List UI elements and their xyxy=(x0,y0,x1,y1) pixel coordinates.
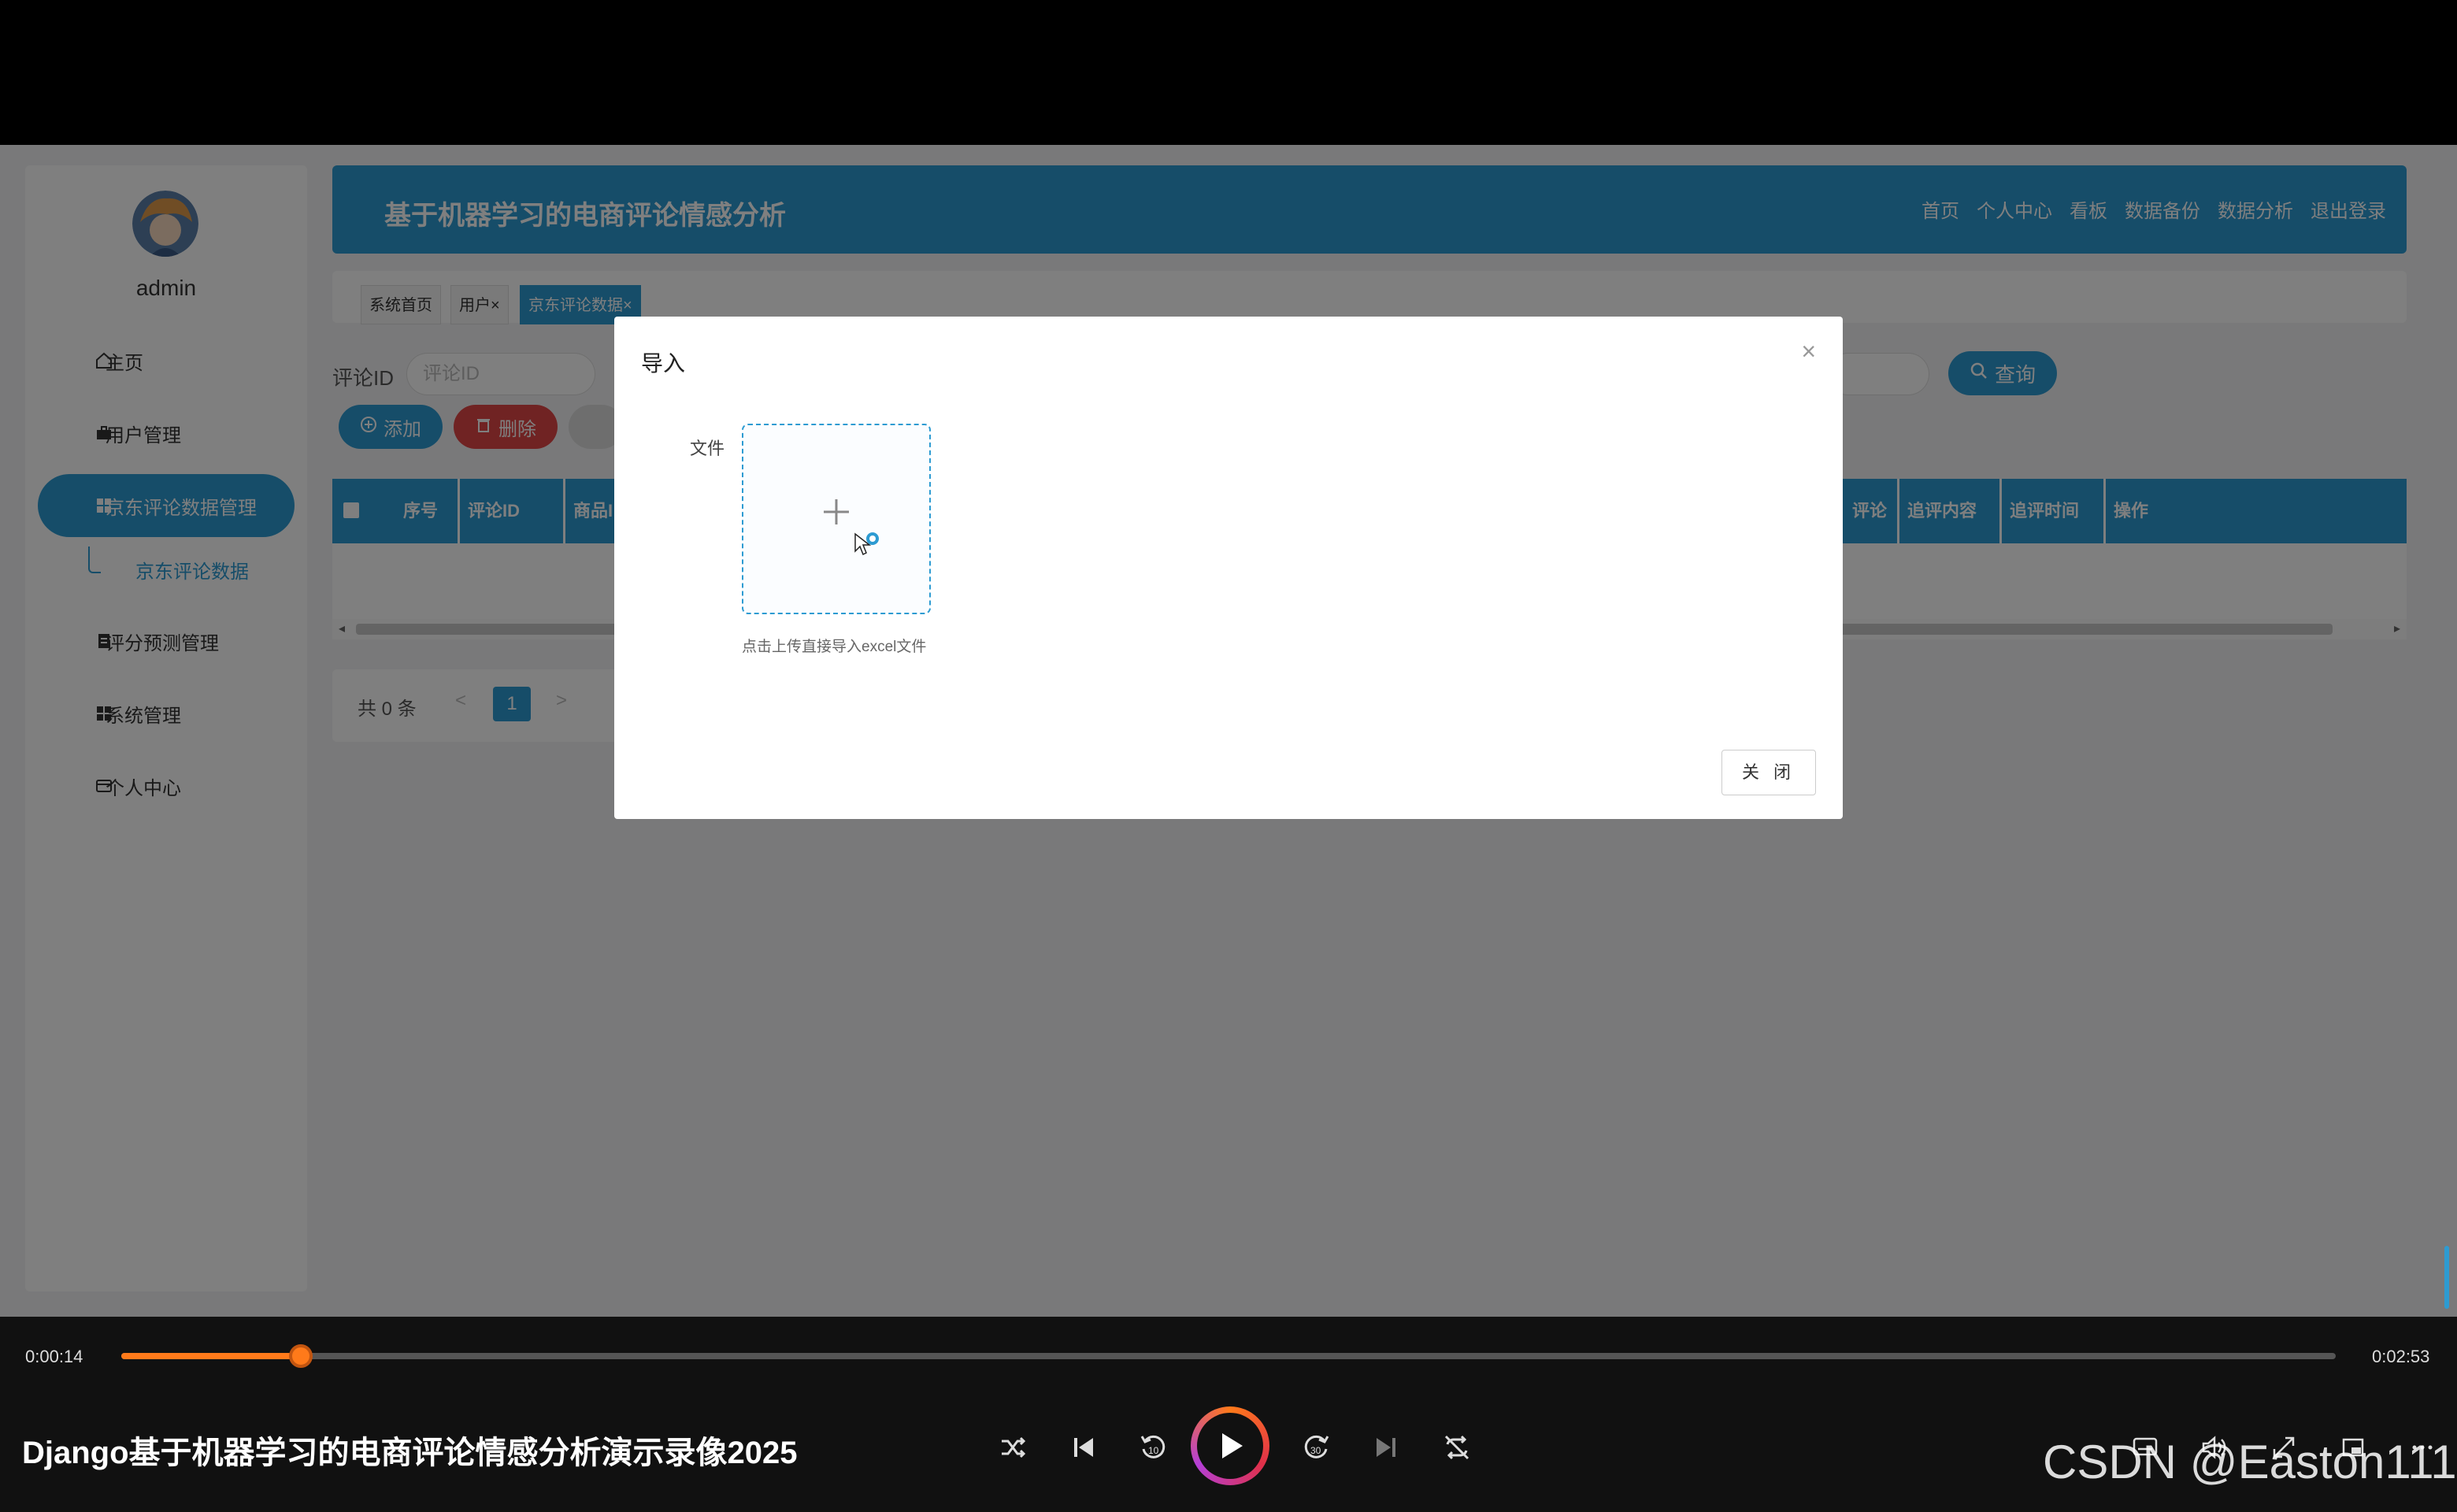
previous-track-icon[interactable] xyxy=(1065,1429,1102,1466)
dialog-title: 导入 xyxy=(641,351,686,376)
volume-level-indicator[interactable] xyxy=(2444,1246,2449,1309)
shuffle-icon[interactable] xyxy=(994,1429,1032,1466)
video-player-controls: 0:00:14 0:02:53 Django基于机器学习的电商评论情感分析演示录… xyxy=(0,1317,2457,1512)
current-time: 0:00:14 xyxy=(25,1347,83,1366)
play-button[interactable] xyxy=(1191,1406,1269,1485)
upload-tip: 点击上传直接导入excel文件 xyxy=(742,639,927,655)
close-button[interactable]: 关 闭 xyxy=(1721,750,1816,795)
progress-fill xyxy=(121,1353,301,1359)
progress-handle[interactable] xyxy=(288,1344,313,1368)
next-track-icon[interactable] xyxy=(1367,1429,1405,1466)
rewind-10-icon[interactable]: 10 xyxy=(1134,1429,1172,1466)
svg-text:30: 30 xyxy=(1310,1445,1321,1456)
cursor-icon xyxy=(854,532,879,556)
total-time: 0:02:53 xyxy=(2372,1347,2430,1366)
watermark: CSDN @Easton111 xyxy=(2043,1436,2457,1488)
file-field-label: 文件 xyxy=(690,439,725,458)
forward-30-icon[interactable]: 30 xyxy=(1298,1429,1336,1466)
play-icon xyxy=(1197,1413,1263,1479)
import-dialog: 导入 × 文件 点击上传直接导入excel文件 关 闭 xyxy=(614,317,1843,819)
close-icon[interactable]: × xyxy=(1801,337,1816,366)
plus-icon xyxy=(824,499,849,524)
progress-bar[interactable] xyxy=(121,1344,2336,1368)
file-upload-area[interactable] xyxy=(742,424,931,614)
repeat-off-icon[interactable] xyxy=(1438,1429,1476,1466)
video-title: Django基于机器学习的电商评论情感分析演示录像2025 xyxy=(22,1436,798,1470)
screen: admin 主页 用户管理 京东评论数据管理 京东评论数据 xyxy=(0,0,2457,1512)
svg-text:10: 10 xyxy=(1148,1445,1159,1456)
web-app: admin 主页 用户管理 京东评论数据管理 京东评论数据 xyxy=(0,145,2457,1317)
